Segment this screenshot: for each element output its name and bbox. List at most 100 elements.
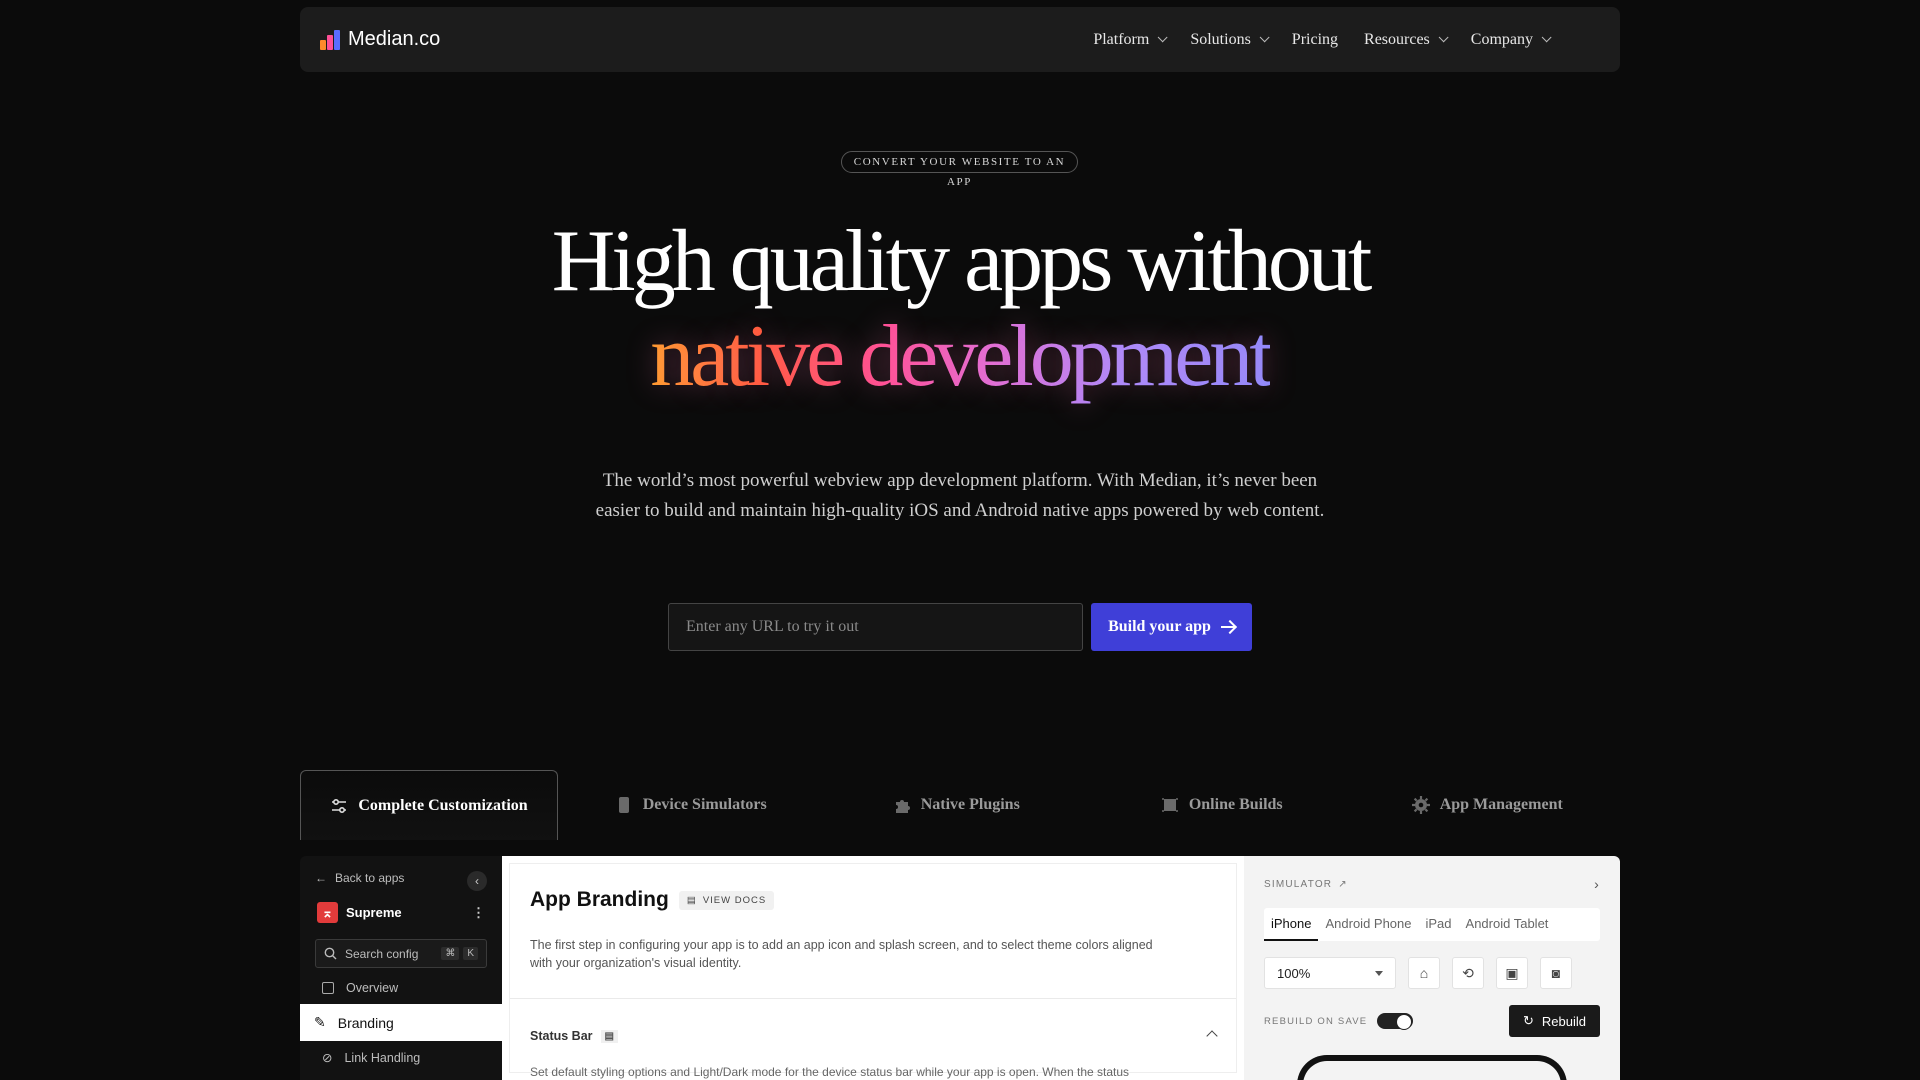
device-tab-iphone[interactable]: iPhone [1264, 908, 1319, 941]
sidebar-item-label: Overview [346, 981, 399, 995]
build-app-button[interactable]: Build your app [1091, 603, 1252, 651]
chevron-down-icon [1259, 32, 1270, 43]
device-tab-ipad[interactable]: iPad [1419, 908, 1459, 941]
app-preview: ← Back to apps ‹ ⌅ Supreme ⋮ Search confi… [300, 856, 1620, 1080]
page: Median.co Platform Solutions Pricing Res… [0, 0, 1920, 1080]
url-input[interactable] [668, 603, 1083, 651]
tab-label: App Management [1439, 796, 1563, 813]
status-bar-section-toggle[interactable]: Status Bar ▤ [530, 1029, 1218, 1043]
app-selector[interactable]: ⌅ Supreme ⋮ [300, 890, 502, 935]
hero-title-gradient: native development [650, 308, 1274, 405]
simulator-controls: 100% ⌂ ⟲ ▣ ◙ [1264, 957, 1600, 989]
section-title: Status Bar [530, 1029, 593, 1043]
tab-complete-customization[interactable]: Complete Customization [300, 770, 558, 840]
simulator-panel: SIMULATOR ↗ › iPhone Android Phone iPad … [1244, 856, 1620, 1080]
book-icon[interactable]: ▤ [600, 1029, 618, 1043]
rotate-button[interactable]: ⟲ [1452, 957, 1484, 989]
config-sidebar: ← Back to apps ‹ ⌅ Supreme ⋮ Search confi… [300, 856, 508, 1080]
simulator-label: SIMULATOR [1264, 878, 1333, 890]
gear-icon [1411, 796, 1430, 814]
book-icon: ▤ [686, 894, 697, 906]
hero-subtitle: The world’s most powerful webview app de… [595, 470, 1325, 521]
nav-menu: Platform Solutions Pricing Resources Com… [1093, 30, 1552, 49]
key-k: K [463, 947, 478, 960]
section-header: App Branding ▤ VIEW DOCS [530, 888, 1216, 912]
tab-label: Device Simulators [642, 796, 767, 813]
refresh-icon: ↻ [1523, 1013, 1534, 1028]
sidebar-item-label: Link Handling [344, 1050, 421, 1065]
link-icon: ⊘ [322, 1051, 333, 1065]
screenshot-button[interactable]: ◙ [1540, 957, 1572, 989]
home-icon: ⌂ [1419, 965, 1429, 981]
external-link-icon[interactable]: ↗ [1338, 879, 1348, 890]
image-icon: ▣ [1505, 964, 1519, 981]
device-tabs: iPhone Android Phone iPad Android Tablet [1264, 908, 1600, 941]
camera-icon: ◙ [1551, 965, 1561, 981]
tab-label: Online Builds [1188, 796, 1283, 813]
hero-badge: Convert your website to an app [841, 151, 1078, 188]
image-button[interactable]: ▣ [1496, 957, 1528, 989]
chevron-right-icon[interactable]: › [1594, 876, 1600, 892]
sidebar-item-branding[interactable]: ✎ Branding [300, 1004, 508, 1041]
nav-item-pricing[interactable]: Pricing [1292, 31, 1338, 49]
tab-device-simulators[interactable]: Device Simulators [558, 770, 824, 840]
median-logo-icon [320, 29, 340, 50]
nav-label: Company [1470, 30, 1533, 48]
square-icon [322, 982, 334, 994]
simulator-header: SIMULATOR ↗ › [1264, 876, 1600, 892]
search-placeholder: Search config [345, 946, 419, 961]
tab-app-management[interactable]: App Management [1355, 770, 1621, 840]
rebuild-label: Rebuild [1541, 1013, 1586, 1029]
device-tab-android-tablet[interactable]: Android Tablet [1459, 908, 1556, 941]
feature-tabs: Complete Customization Device Simulators… [300, 770, 1620, 840]
phone-frame [1297, 1055, 1567, 1080]
rebuild-on-save-label: REBUILD ON SAVE [1264, 1015, 1368, 1027]
search-icon [324, 947, 337, 960]
tab-online-builds[interactable]: Online Builds [1089, 770, 1355, 840]
chevron-down-icon [1438, 32, 1449, 43]
nav-item-platform[interactable]: Platform [1093, 30, 1168, 49]
nav-label: Solutions [1190, 30, 1251, 48]
sidebar-item-label: Branding [337, 1014, 394, 1031]
sliders-icon [332, 798, 347, 813]
brush-icon: ✎ [314, 1014, 326, 1030]
shortcut-hint: ⌘ K [441, 947, 478, 960]
collapse-sidebar-button[interactable]: ‹ [467, 871, 487, 891]
hero-title-line2: native development [0, 313, 1920, 401]
chevron-left-icon: ‹ [475, 874, 479, 888]
home-button[interactable]: ⌂ [1408, 957, 1440, 989]
nav-label: Platform [1093, 30, 1150, 48]
phone-icon [618, 797, 629, 813]
nav-item-solutions[interactable]: Solutions [1190, 30, 1270, 49]
tab-label: Native Plugins [920, 796, 1020, 813]
zoom-value: 100% [1277, 965, 1311, 981]
nav-label: Pricing [1291, 30, 1339, 48]
sidebar-item-link-handling[interactable]: ⊘ Link Handling [300, 1041, 502, 1074]
page-title: App Branding [530, 888, 669, 911]
puzzle-icon [895, 800, 910, 813]
brand-name: Median.co [348, 28, 441, 50]
view-docs-button[interactable]: ▤ VIEW DOCS [678, 890, 775, 910]
hero-title-line1: High quality apps without [551, 213, 1373, 310]
docs-label: VIEW DOCS [702, 894, 767, 906]
key-cmd: ⌘ [441, 947, 460, 960]
config-main: App Branding ▤ VIEW DOCS The first step i… [502, 856, 1244, 1080]
chevron-down-icon [1541, 32, 1552, 43]
arrow-left-icon: ← [315, 871, 327, 885]
more-vertical-icon[interactable]: ⋮ [472, 905, 485, 921]
app-name: Supreme [346, 905, 402, 920]
build-app-label: Build your app [1108, 618, 1211, 635]
rebuild-button[interactable]: ↻ Rebuild [1509, 1005, 1600, 1037]
sidebar-item-overview[interactable]: Overview [300, 972, 502, 1004]
status-bar-description: Set default styling options and Light/Da… [530, 1065, 1130, 1079]
zoom-select[interactable]: 100% [1264, 957, 1396, 989]
device-tab-android-phone[interactable]: Android Phone [1318, 908, 1418, 941]
rebuild-on-save-toggle[interactable] [1377, 1013, 1414, 1030]
app-logo-icon: ⌅ [317, 902, 338, 923]
tab-native-plugins[interactable]: Native Plugins [824, 770, 1090, 840]
chevron-down-icon [1157, 32, 1168, 43]
nav-item-resources[interactable]: Resources [1364, 31, 1449, 49]
search-config-input[interactable]: Search config ⌘ K [315, 939, 487, 968]
nav-item-company[interactable]: Company [1470, 30, 1552, 49]
brand-logo[interactable]: Median.co [320, 28, 440, 51]
